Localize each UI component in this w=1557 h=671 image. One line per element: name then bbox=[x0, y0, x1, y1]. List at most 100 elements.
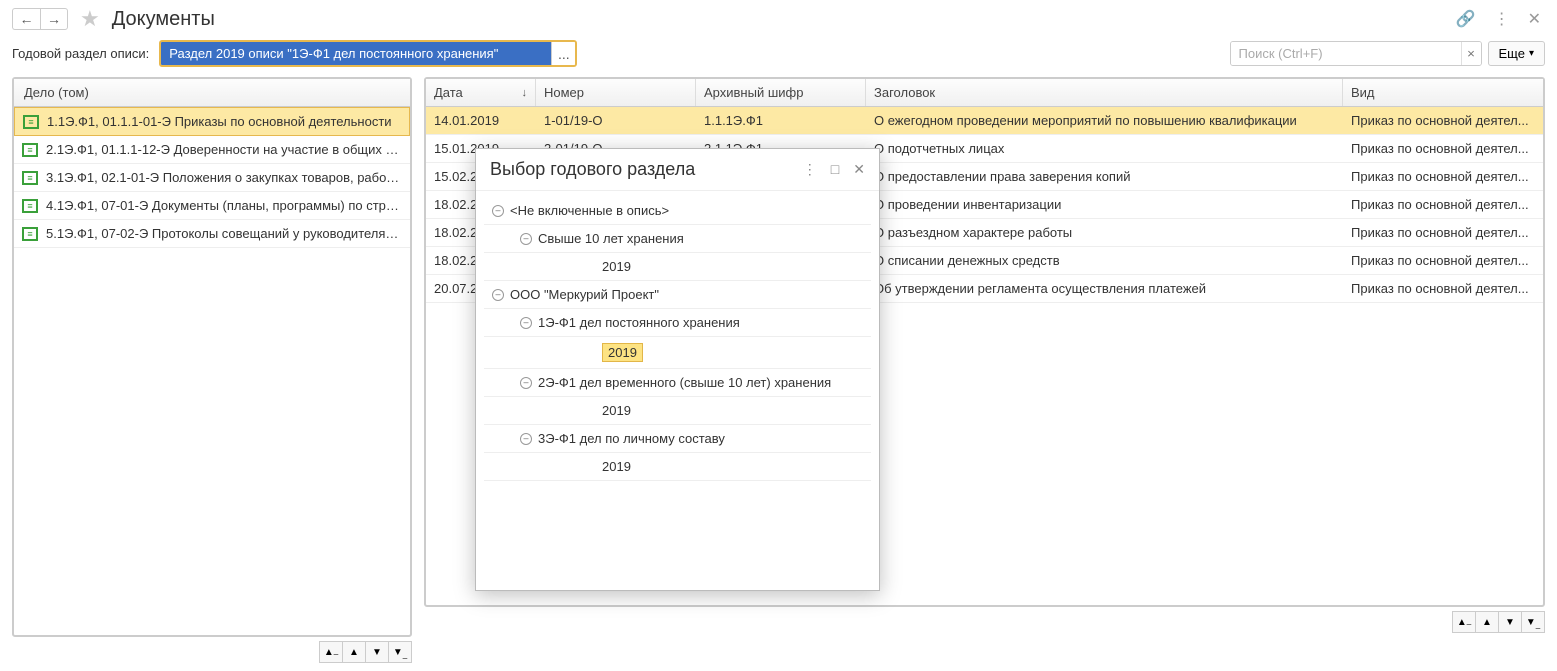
header-bar: ← → ★ Документы 🔗 ⋮ ✕ bbox=[0, 0, 1557, 36]
tree-collapse-icon[interactable]: – bbox=[520, 317, 532, 329]
more-button[interactable]: Еще ▾ bbox=[1488, 41, 1545, 66]
cell-vid: Приказ по основной деятел... bbox=[1343, 191, 1543, 218]
tree-collapse-icon[interactable]: – bbox=[520, 433, 532, 445]
tree-collapse-icon[interactable]: – bbox=[492, 205, 504, 217]
link-icon[interactable]: 🔗 bbox=[1452, 7, 1480, 31]
pager-first[interactable]: ▲_ bbox=[319, 641, 343, 663]
list-item[interactable]: ≡ 2.1Э.Ф1, 01.1.1-12-Э Доверенности на уч… bbox=[14, 136, 410, 164]
dialog-title: Выбор годового раздела bbox=[490, 159, 695, 180]
tree-label: 2019 bbox=[602, 459, 631, 474]
list-item[interactable]: ≡ 5.1Э.Ф1, 07-02-Э Протоколы совещаний у … bbox=[14, 220, 410, 248]
tree-label: 2Э-Ф1 дел временного (свыше 10 лет) хран… bbox=[538, 375, 831, 390]
cell-title: Об утверждении регламента осуществления … bbox=[866, 275, 1343, 302]
pager-down[interactable]: ▼ bbox=[365, 641, 389, 663]
th-title[interactable]: Заголовок bbox=[866, 79, 1343, 106]
list-item[interactable]: ≡ 1.1Э.Ф1, 01.1.1-01-Э Приказы по основно… bbox=[14, 107, 410, 136]
cell-num: 1-01/19-О bbox=[536, 107, 696, 134]
pager-last-r[interactable]: ▼_ bbox=[1521, 611, 1545, 633]
list-item-label: 4.1Э.Ф1, 07-01-Э Документы (планы, прогр… bbox=[46, 198, 402, 213]
tree-label: 2019 bbox=[602, 343, 643, 362]
tree-label: <Не включенные в опись> bbox=[510, 203, 669, 218]
tree-row[interactable]: –ООО "Меркурий Проект" bbox=[484, 281, 871, 309]
folder-icon: ≡ bbox=[22, 227, 38, 241]
tree-row[interactable]: –<Не включенные в опись> bbox=[484, 197, 871, 225]
th-date[interactable]: Дата ↓ bbox=[426, 79, 536, 106]
tree-row[interactable]: 2019 bbox=[484, 337, 871, 369]
tree-row[interactable]: 2019 bbox=[484, 453, 871, 481]
year-section-dialog: Выбор годового раздела ⋮ □ ✕ –<Не включе… bbox=[475, 148, 880, 591]
kebab-icon[interactable]: ⋮ bbox=[1490, 7, 1514, 31]
dialog-tree: –<Не включенные в опись>–Свыше 10 лет хр… bbox=[476, 191, 879, 487]
chevron-down-icon: ▾ bbox=[1529, 48, 1534, 59]
pager-first-r[interactable]: ▲_ bbox=[1452, 611, 1476, 633]
dialog-close-icon[interactable]: ✕ bbox=[853, 161, 865, 178]
list-item[interactable]: ≡ 3.1Э.Ф1, 02.1-01-Э Положения о закупках… bbox=[14, 164, 410, 192]
cell-title: О проведении инвентаризации bbox=[866, 191, 1343, 218]
favorite-star-icon[interactable]: ★ bbox=[80, 6, 100, 32]
dialog-header: Выбор годового раздела ⋮ □ ✕ bbox=[476, 149, 879, 191]
dialog-maximize-icon[interactable]: □ bbox=[831, 161, 839, 178]
cell-title: О предоставлении права заверения копий bbox=[866, 163, 1343, 190]
search-input[interactable] bbox=[1231, 42, 1461, 65]
pager-up[interactable]: ▲ bbox=[342, 641, 366, 663]
tree-label: 2019 bbox=[602, 259, 631, 274]
tree-label: 2019 bbox=[602, 403, 631, 418]
nav-forward-button[interactable]: → bbox=[40, 8, 68, 30]
tree-row[interactable]: –2Э-Ф1 дел временного (свыше 10 лет) хра… bbox=[484, 369, 871, 397]
sort-arrow-icon: ↓ bbox=[522, 87, 528, 99]
cell-vid: Приказ по основной деятел... bbox=[1343, 107, 1543, 134]
cell-vid: Приказ по основной деятел... bbox=[1343, 275, 1543, 302]
cell-title: О разъездном характере работы bbox=[866, 219, 1343, 246]
cell-title: О списании денежных средств bbox=[866, 247, 1343, 274]
th-num[interactable]: Номер bbox=[536, 79, 696, 106]
tree-label: 1Э-Ф1 дел постоянного хранения bbox=[538, 315, 740, 330]
tree-label: Свыше 10 лет хранения bbox=[538, 231, 684, 246]
search-clear-button[interactable]: × bbox=[1461, 42, 1481, 65]
year-section-open-btn[interactable]: ... bbox=[551, 42, 575, 65]
cell-title: О подотчетных лицах bbox=[866, 135, 1343, 162]
cell-vid: Приказ по основной деятел... bbox=[1343, 219, 1543, 246]
th-vid[interactable]: Вид bbox=[1343, 79, 1543, 106]
cell-vid: Приказ по основной деятел... bbox=[1343, 163, 1543, 190]
cell-vid: Приказ по основной деятел... bbox=[1343, 247, 1543, 274]
tree-row[interactable]: –3Э-Ф1 дел по личному составу bbox=[484, 425, 871, 453]
left-list-header[interactable]: Дело (том) bbox=[14, 79, 410, 107]
year-section-input[interactable] bbox=[161, 42, 551, 65]
list-item-label: 3.1Э.Ф1, 02.1-01-Э Положения о закупках … bbox=[46, 170, 402, 185]
folder-icon: ≡ bbox=[23, 115, 39, 129]
th-shifr[interactable]: Архивный шифр bbox=[696, 79, 866, 106]
folder-icon: ≡ bbox=[22, 143, 38, 157]
cell-date: 14.01.2019 bbox=[426, 107, 536, 134]
year-section-selector[interactable]: ... bbox=[159, 40, 577, 67]
list-item[interactable]: ≡ 4.1Э.Ф1, 07-01-Э Документы (планы, прог… bbox=[14, 192, 410, 220]
close-icon[interactable]: ✕ bbox=[1524, 7, 1545, 31]
cell-vid: Приказ по основной деятел... bbox=[1343, 135, 1543, 162]
tree-label: 3Э-Ф1 дел по личному составу bbox=[538, 431, 725, 446]
pager-up-r[interactable]: ▲ bbox=[1475, 611, 1499, 633]
list-item-label: 1.1Э.Ф1, 01.1.1-01-Э Приказы по основной… bbox=[47, 114, 392, 129]
table-row[interactable]: 14.01.20191-01/19-О1.1.1Э.Ф1О ежегодном … bbox=[426, 107, 1543, 135]
tree-row[interactable]: 2019 bbox=[484, 397, 871, 425]
nav-back-button[interactable]: ← bbox=[12, 8, 40, 30]
left-panel: Дело (том) ≡ 1.1Э.Ф1, 01.1.1-01-Э Приказы… bbox=[12, 77, 412, 637]
folder-icon: ≡ bbox=[22, 171, 38, 185]
list-item-label: 5.1Э.Ф1, 07-02-Э Протоколы совещаний у р… bbox=[46, 226, 402, 241]
tree-label: ООО "Меркурий Проект" bbox=[510, 287, 659, 302]
dialog-kebab-icon[interactable]: ⋮ bbox=[803, 161, 817, 178]
list-item-label: 2.1Э.Ф1, 01.1.1-12-Э Доверенности на уча… bbox=[46, 142, 402, 157]
tree-collapse-icon[interactable]: – bbox=[492, 289, 504, 301]
folder-icon: ≡ bbox=[22, 199, 38, 213]
selector-label: Годовой раздел описи: bbox=[12, 46, 149, 61]
cell-title: О ежегодном проведении мероприятий по по… bbox=[866, 107, 1343, 134]
pager-down-r[interactable]: ▼ bbox=[1498, 611, 1522, 633]
left-list: ≡ 1.1Э.Ф1, 01.1.1-01-Э Приказы по основно… bbox=[14, 107, 410, 635]
tree-collapse-icon[interactable]: – bbox=[520, 233, 532, 245]
search-box[interactable]: × bbox=[1230, 41, 1482, 66]
tree-row[interactable]: –1Э-Ф1 дел постоянного хранения bbox=[484, 309, 871, 337]
page-title: Документы bbox=[112, 8, 215, 31]
tree-collapse-icon[interactable]: – bbox=[520, 377, 532, 389]
cell-shifr: 1.1.1Э.Ф1 bbox=[696, 107, 866, 134]
pager-last[interactable]: ▼_ bbox=[388, 641, 412, 663]
tree-row[interactable]: –Свыше 10 лет хранения bbox=[484, 225, 871, 253]
tree-row[interactable]: 2019 bbox=[484, 253, 871, 281]
